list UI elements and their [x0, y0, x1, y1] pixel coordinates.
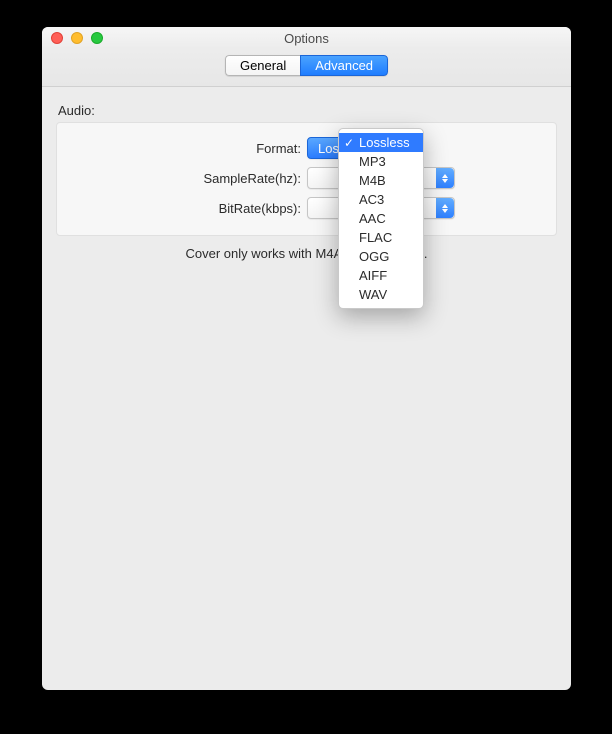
options-window: Options General Advanced Audio: Format: … [42, 27, 571, 690]
samplerate-label: SampleRate(hz): [71, 171, 307, 186]
audio-section-label: Audio: [58, 103, 557, 118]
tab-advanced[interactable]: Advanced [300, 55, 388, 76]
window-title: Options [42, 31, 571, 46]
format-option[interactable]: MP3 [339, 152, 423, 171]
audio-group: Format: Lossless SampleRate(hz): BitRate… [56, 122, 557, 236]
format-option[interactable]: OGG [339, 247, 423, 266]
bitrate-label: BitRate(kbps): [71, 201, 307, 216]
format-option[interactable]: AAC [339, 209, 423, 228]
format-row: Format: Lossless [71, 133, 542, 163]
tab-segmented-control: General Advanced [225, 55, 388, 76]
content-area: Audio: Format: Lossless SampleRate(hz): … [42, 87, 571, 271]
bitrate-row: BitRate(kbps): [71, 193, 542, 223]
chevron-updown-icon [436, 198, 454, 218]
format-option[interactable]: M4B [339, 171, 423, 190]
format-option[interactable]: AIFF [339, 266, 423, 285]
format-option[interactable]: Lossless [339, 133, 423, 152]
tab-bar: General Advanced [42, 49, 571, 87]
format-option[interactable]: FLAC [339, 228, 423, 247]
chevron-updown-icon [436, 168, 454, 188]
format-option[interactable]: AC3 [339, 190, 423, 209]
format-option[interactable]: WAV [339, 285, 423, 304]
titlebar: Options [42, 27, 571, 49]
format-dropdown-menu: LosslessMP3M4BAC3AACFLACOGGAIFFWAV [338, 128, 424, 309]
format-label: Format: [71, 141, 307, 156]
samplerate-row: SampleRate(hz): [71, 163, 542, 193]
cover-hint: Cover only works with M4A and MP3 files. [56, 246, 557, 261]
tab-general[interactable]: General [225, 55, 300, 76]
